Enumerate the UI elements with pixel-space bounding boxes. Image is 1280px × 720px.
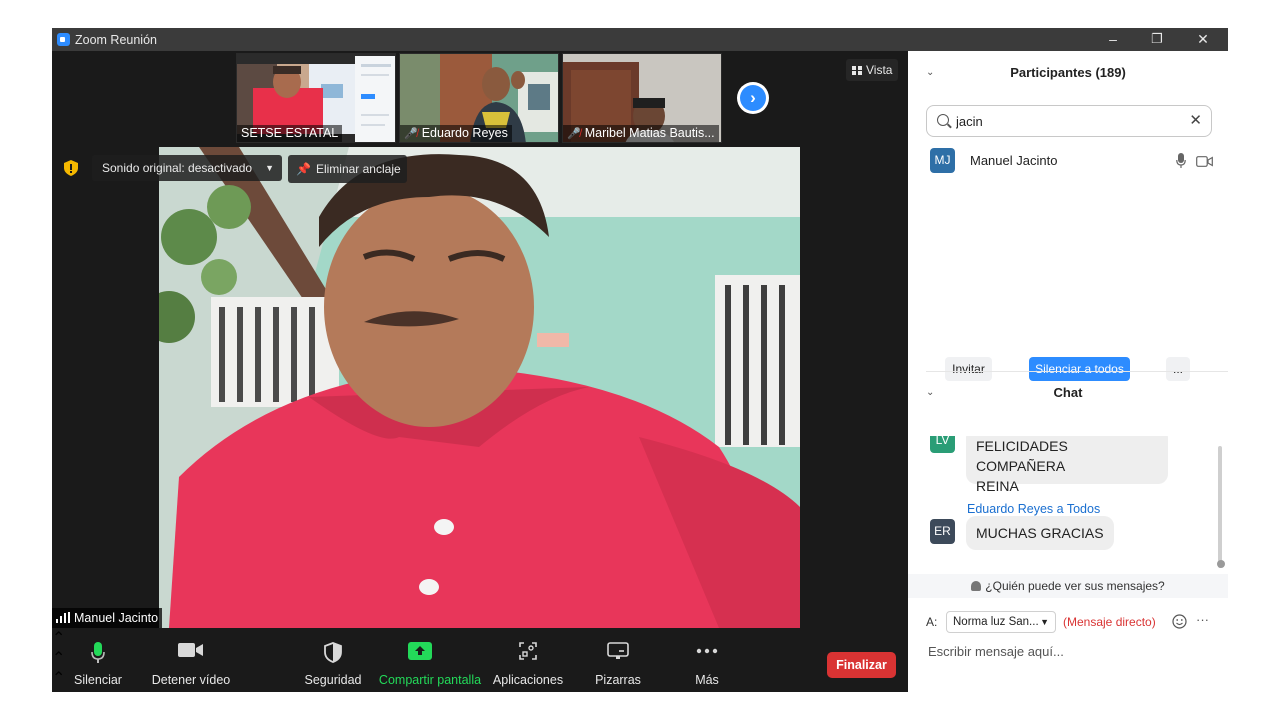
who-can-see-label: ¿Quién puede ver sus mensajes? bbox=[985, 579, 1165, 593]
shield-icon[interactable] bbox=[62, 159, 80, 177]
muted-mic-icon: 🎤̸ bbox=[404, 128, 418, 140]
chat-recipient-row: A: Norma luz San... ▼ (Mensaje directo) … bbox=[926, 611, 1226, 633]
mute-label: Silenciar bbox=[74, 673, 122, 687]
close-window-button[interactable]: ✕ bbox=[1180, 28, 1226, 51]
to-label: A: bbox=[926, 615, 938, 629]
caret-down-icon: ▼ bbox=[265, 163, 274, 173]
end-meeting-button[interactable]: Finalizar bbox=[827, 652, 896, 678]
stop-video-label: Detener vídeo bbox=[151, 673, 231, 687]
video-camera-icon bbox=[178, 643, 203, 657]
whiteboards-button[interactable]: Pizarras bbox=[592, 628, 644, 692]
apps-button[interactable]: Aplicaciones bbox=[492, 628, 564, 692]
collapse-chevron-icon[interactable]: ⌄ bbox=[926, 371, 934, 415]
chat-scroll-thumb[interactable] bbox=[1217, 560, 1225, 568]
person-lock-icon bbox=[971, 581, 982, 591]
chat-title: Chat bbox=[1053, 385, 1083, 400]
more-label: Más bbox=[695, 673, 719, 687]
chat-message-bubble: FELICIDADES COMPAÑERA REINA bbox=[966, 436, 1168, 494]
more-dots-icon bbox=[696, 648, 718, 654]
participant-name: SETSE ESTATAL bbox=[241, 126, 339, 140]
clear-search-icon[interactable]: ✕ bbox=[1189, 111, 1202, 129]
chat-sender: Eduardo Reyes a Todos bbox=[967, 502, 1101, 516]
original-sound-dropdown[interactable]: Sonido original: desactivado ▼ bbox=[92, 155, 282, 181]
participant-name: Manuel Jacinto bbox=[970, 153, 1058, 168]
side-panel: ⌄ Participantes (189) ✕ MJ Manuel Jacint… bbox=[908, 51, 1228, 692]
original-sound-label: Sonido original: desactivado bbox=[102, 161, 253, 175]
unpin-label: Eliminar anclaje bbox=[315, 162, 401, 176]
whiteboard-icon bbox=[607, 642, 629, 659]
thumbnail-name: 🎤̸ Maribel Matias Bautis... bbox=[563, 125, 719, 142]
who-can-see-messages[interactable]: ¿Quién puede ver sus mensajes? bbox=[908, 574, 1228, 598]
meeting-area: SETSE ESTATAL 🎤̸ Eduardo Reyes 🎤̸ Maribe… bbox=[52, 51, 908, 692]
search-icon bbox=[937, 114, 949, 126]
unpin-button[interactable]: 📌 Eliminar anclaje bbox=[288, 155, 407, 183]
view-button[interactable]: Vista bbox=[846, 59, 899, 81]
chevron-down-icon: ▼ bbox=[1040, 617, 1049, 627]
more-button[interactable]: Más bbox=[684, 628, 730, 692]
meeting-toolbar: Silenciar ⌃ Detener vídeo ⌃ Seguridad Co… bbox=[52, 628, 908, 692]
participants-title: Participantes (189) bbox=[1010, 65, 1126, 80]
speaker-name-tag: Manuel Jacinto bbox=[52, 608, 163, 629]
muted-mic-icon: 🎤̸ bbox=[567, 128, 581, 140]
stop-video-button[interactable]: Detener vídeo bbox=[150, 628, 232, 692]
chat-message-text: REINA bbox=[976, 478, 1019, 494]
chat-messages: LV FELICIDADES COMPAÑERA REINA Eduardo R… bbox=[908, 436, 1228, 566]
signal-bars-icon bbox=[56, 612, 70, 623]
share-screen-button[interactable]: Compartir pantalla bbox=[378, 628, 482, 692]
thumbnail-name: SETSE ESTATAL bbox=[237, 125, 343, 142]
recipient-dropdown[interactable]: Norma luz San... ▼ bbox=[946, 611, 1056, 633]
participant-thumbnail[interactable]: 🎤̸ Eduardo Reyes bbox=[399, 53, 559, 143]
participant-search[interactable]: ✕ bbox=[926, 105, 1212, 137]
active-speaker-video[interactable] bbox=[159, 147, 800, 628]
video-camera-icon[interactable] bbox=[1196, 156, 1213, 167]
chat-header: ⌄ Chat bbox=[908, 371, 1228, 415]
video-feed-main bbox=[159, 147, 800, 628]
participant-search-input[interactable] bbox=[954, 110, 1184, 132]
chat-message-text: FELICIDADES COMPAÑERA bbox=[976, 438, 1068, 474]
chat-message-input[interactable] bbox=[926, 641, 1206, 661]
participant-thumbnail[interactable]: SETSE ESTATAL bbox=[236, 53, 396, 143]
chevron-right-icon: › bbox=[740, 85, 766, 111]
avatar: LV bbox=[930, 436, 955, 453]
security-shield-icon bbox=[324, 642, 342, 663]
collapse-chevron-icon[interactable]: ⌄ bbox=[926, 51, 934, 95]
avatar: ER bbox=[930, 519, 955, 544]
title-bar: Zoom Reunión – ❐ ✕ bbox=[52, 28, 1228, 51]
minimize-button[interactable]: – bbox=[1090, 28, 1136, 51]
direct-message-label: (Mensaje directo) bbox=[1063, 615, 1156, 629]
emoji-icon[interactable] bbox=[1172, 614, 1187, 629]
security-button[interactable]: Seguridad bbox=[302, 628, 364, 692]
participant-name: Maribel Matias Bautis... bbox=[584, 126, 715, 140]
chat-more-icon[interactable]: ··· bbox=[1196, 612, 1209, 627]
participant-thumbnail[interactable]: 🎤̸ Maribel Matias Bautis... bbox=[562, 53, 722, 143]
security-label: Seguridad bbox=[304, 673, 362, 687]
microphone-icon[interactable] bbox=[1176, 153, 1186, 169]
zoom-logo-icon bbox=[57, 33, 70, 46]
chat-message-bubble: MUCHAS GRACIAS bbox=[966, 516, 1114, 550]
window-title: Zoom Reunión bbox=[75, 33, 157, 47]
share-screen-icon bbox=[408, 642, 432, 660]
grid-icon bbox=[852, 66, 862, 75]
pin-icon: 📌 bbox=[296, 162, 311, 176]
apps-icon bbox=[519, 642, 537, 660]
recipient-name: Norma luz San... bbox=[953, 616, 1039, 628]
share-screen-label: Compartir pantalla bbox=[378, 673, 482, 687]
apps-label: Aplicaciones bbox=[492, 673, 564, 687]
chat-message-text: MUCHAS GRACIAS bbox=[976, 525, 1104, 541]
participant-row[interactable]: MJ Manuel Jacinto bbox=[930, 148, 1220, 174]
participants-header: ⌄ Participantes (189) bbox=[908, 51, 1228, 95]
next-page-button[interactable]: › bbox=[737, 82, 769, 114]
microphone-icon bbox=[91, 642, 105, 663]
mute-button[interactable]: Silenciar bbox=[70, 628, 126, 692]
restore-button[interactable]: ❐ bbox=[1134, 28, 1180, 51]
view-label: Vista bbox=[866, 63, 893, 77]
avatar: MJ bbox=[930, 148, 955, 173]
speaker-name: Manuel Jacinto bbox=[74, 611, 159, 625]
chat-scrollbar[interactable] bbox=[1218, 446, 1222, 568]
zoom-window: Zoom Reunión – ❐ ✕ SETSE ESTATAL 🎤̸ Edua… bbox=[52, 28, 1228, 692]
participant-name: Eduardo Reyes bbox=[421, 126, 508, 140]
thumbnail-name: 🎤̸ Eduardo Reyes bbox=[400, 125, 512, 142]
whiteboards-label: Pizarras bbox=[595, 673, 641, 687]
